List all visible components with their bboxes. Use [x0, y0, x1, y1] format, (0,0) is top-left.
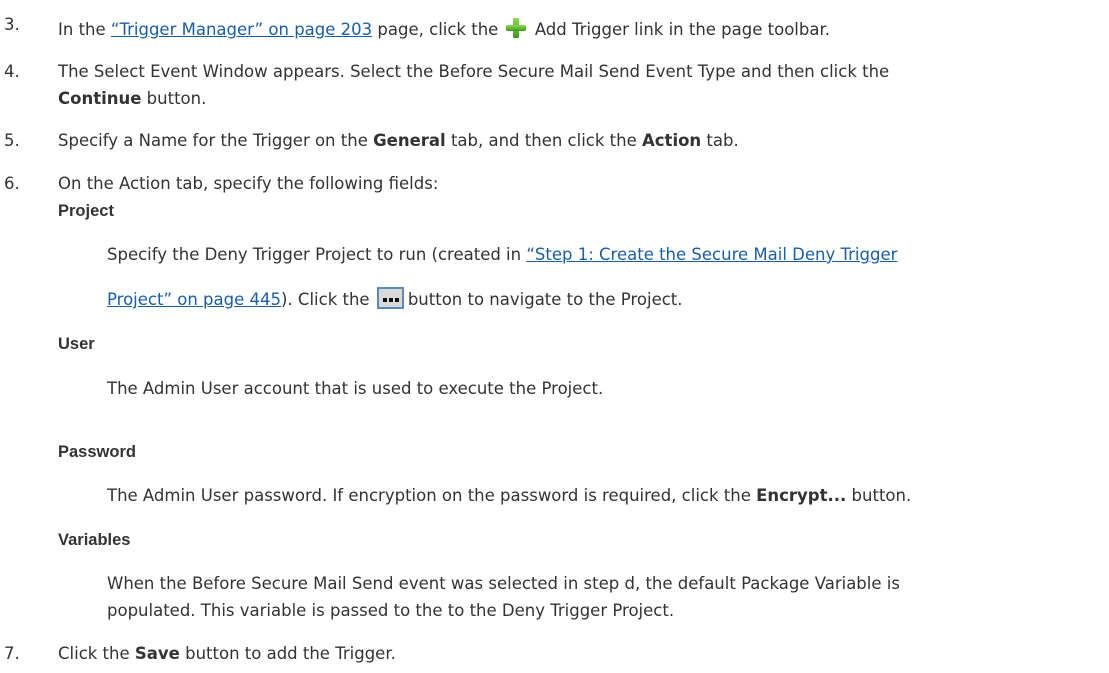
step-text-part: page, click the — [372, 20, 499, 39]
browse-icon — [376, 287, 404, 309]
continue-term: Continue — [58, 89, 142, 108]
step-text: Continue button. — [58, 88, 206, 110]
step1-project-link-continued[interactable]: Project” on page 445 — [107, 290, 281, 309]
step1-project-link[interactable]: “Step 1: Create the Secure Mail Deny Tri… — [526, 245, 897, 264]
field-definition: The Admin User password. If encryption o… — [107, 485, 911, 507]
step-text-part: In the — [58, 20, 111, 39]
step-text-part: tab. — [701, 131, 739, 150]
trigger-manager-link[interactable]: “Trigger Manager” on page 203 — [111, 20, 372, 39]
step-text: In the “Trigger Manager” on page 203 pag… — [58, 18, 830, 41]
field-term-password: Password — [58, 443, 136, 461]
step-text-part: Click the — [58, 644, 135, 663]
general-term: General — [373, 131, 446, 150]
step-text: Specify a Name for the Trigger on the Ge… — [58, 130, 739, 152]
step-text: Click the Save button to add the Trigger… — [58, 643, 396, 665]
step-text: On the Action tab, specify the following… — [58, 174, 439, 193]
definition-part: The Admin User password. If encryption o… — [107, 486, 757, 505]
action-term: Action — [642, 131, 702, 150]
step-text-part: button. — [141, 89, 207, 108]
definition-part: ). Click the — [281, 290, 370, 309]
step-number: 7. — [4, 644, 20, 663]
step-text-part: tab, and then click the — [445, 131, 642, 150]
field-term-project: Project — [58, 202, 114, 220]
definition-part: Specify the Deny Trigger Project to run … — [107, 245, 527, 264]
field-definition: The Admin User account that is used to e… — [107, 379, 604, 398]
definition-part: button. — [846, 486, 912, 505]
step-text: The Select Event Window appears. Select … — [58, 62, 890, 81]
step-text-part: Specify a Name for the Trigger on the — [58, 131, 374, 150]
step-number: 4. — [4, 62, 20, 81]
step-text-part: Add Trigger link in the page toolbar. — [534, 20, 830, 39]
field-term-variables: Variables — [58, 531, 131, 549]
document-page: 3. In the “Trigger Manager” on page 203 … — [0, 0, 1109, 673]
field-definition: Project” on page 445). Click the button … — [107, 287, 683, 311]
step-text-part: button to add the Trigger. — [179, 644, 396, 663]
field-definition: When the Before Secure Mail Send event w… — [107, 574, 900, 593]
plus-icon — [505, 18, 526, 38]
step-number: 3. — [4, 15, 20, 34]
step-number: 5. — [4, 131, 20, 150]
field-term-user: User — [58, 335, 95, 353]
field-definition: populated. This variable is passed to th… — [107, 601, 675, 620]
definition-part: button to navigate to the Project. — [407, 290, 683, 309]
encrypt-term: Encrypt... — [756, 486, 847, 505]
save-term: Save — [134, 644, 180, 663]
field-definition: Specify the Deny Trigger Project to run … — [107, 244, 897, 266]
step-number: 6. — [4, 174, 20, 193]
